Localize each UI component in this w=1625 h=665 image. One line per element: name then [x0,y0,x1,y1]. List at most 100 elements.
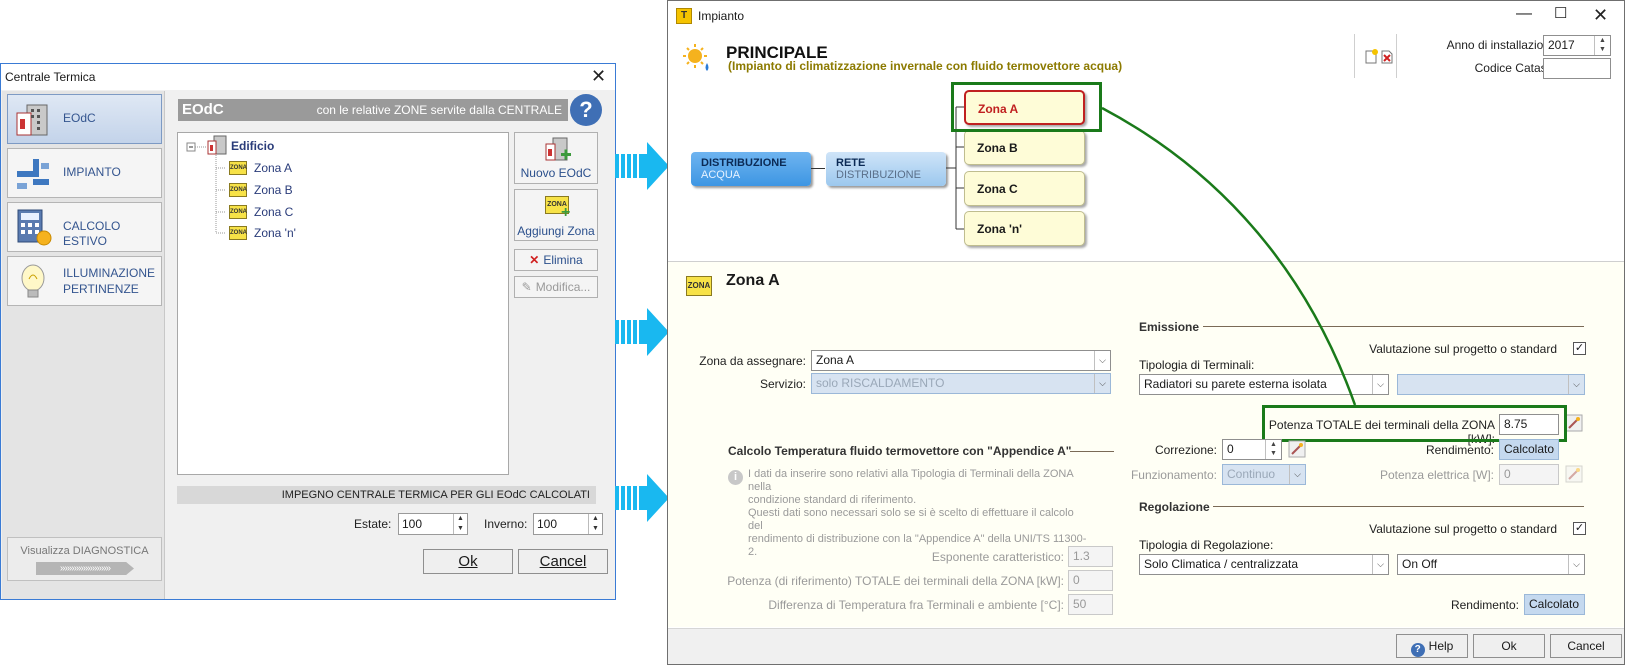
chevron-down-icon[interactable]: ⌵ [1372,375,1388,394]
potenza-elettrica-input[interactable]: 0 [1499,464,1559,485]
sun-drop-icon [683,44,709,71]
window-titlebar[interactable]: T Impianto — ☐ ✕ [668,1,1624,31]
inverno-spinner[interactable]: 100 ▲ ▼ [533,513,603,535]
cancel-button[interactable]: Cancel [1550,634,1622,658]
regolazione-valutazione-label: Valutazione sul progetto o standard [1369,522,1557,536]
tipologia-regolazione-label: Tipologia di Regolazione: [1139,538,1274,552]
calcolo-note-line: Questi dati sono necessari solo se si è … [748,507,1074,532]
delete-x-icon: ✕ [529,253,540,267]
anno-installazione-value: 2017 [1548,38,1575,52]
calculate-wand-icon[interactable] [1288,440,1306,458]
zona-da-assegnare-select[interactable]: Zona A ⌵ [811,350,1111,371]
tipologia-terminali-secondary-select[interactable]: ⌵ [1397,374,1585,395]
tree-item-zona-n[interactable]: Zona 'n' [254,226,296,240]
tipologia-regolazione-select[interactable]: Solo Climatica / centralizzata ⌵ [1139,554,1389,575]
delete-document-icon[interactable] [1379,49,1395,65]
ok-button[interactable]: Ok [423,549,513,574]
zona-da-assegnare-label: Zona da assegnare: [699,354,806,368]
emissione-rendimento-label: Rendimento: [1425,443,1494,457]
zone-node-zona-b[interactable]: Zona B [964,130,1085,165]
sidebar-item-label: ILLUMINAZIONE [63,266,156,280]
regolazione-tipo-select[interactable]: On Off ⌵ [1397,554,1585,575]
centrale-termica-window: Centrale Termica ✕ EOdC IMPIANTO CALCOLO… [0,63,616,600]
chevron-down-icon[interactable]: ⌵ [1094,374,1110,393]
info-icon: i [728,470,743,485]
maximize-icon[interactable]: ☐ [1554,5,1567,23]
sidebar-item-illuminazione[interactable]: ILLUMINAZIONE PERTINENZE [7,256,162,306]
potenza-riferimento-input[interactable]: 0 [1068,570,1113,591]
tipologia-terminali-value: Radiatori su parete esterna isolata [1144,377,1327,391]
chevron-down-icon[interactable]: ⌵ [1094,351,1110,370]
spinner-arrows-icon[interactable]: ▲ ▼ [588,514,602,534]
distribuzione-node[interactable]: DISTRIBUZIONE ACQUA [691,152,811,186]
emissione-valutazione-checkbox[interactable]: ✓ [1573,342,1586,355]
differenza-temperatura-input[interactable]: 50 [1068,594,1113,615]
regolazione-valutazione-checkbox[interactable]: ✓ [1573,522,1586,535]
help-icon[interactable]: ? [570,94,602,126]
correzione-spinner[interactable]: 0 ▲ ▼ [1222,439,1282,460]
estate-spinner[interactable]: 100 ▲ ▼ [398,513,468,535]
nuovo-eodc-button[interactable]: Nuovo EOdC [514,132,598,184]
tree-item-zona-a[interactable]: Zona A [254,161,292,175]
chevron-down-icon[interactable]: ⌵ [1372,555,1388,574]
spinner-arrows-icon[interactable]: ▲ ▼ [1265,440,1281,459]
rete-node[interactable]: RETE DISTRIBUZIONE [826,152,946,186]
divider [1396,34,1397,78]
spinner-arrows-icon[interactable]: ▲ ▼ [1594,36,1610,55]
help-button[interactable]: ? Help [1396,634,1468,658]
arrow-right-icon [615,474,669,522]
new-building-icon [545,137,571,161]
funzionamento-select[interactable]: Continuo ⌵ [1222,464,1306,485]
servizio-label: Servizio: [759,377,806,391]
zone-icon: ZONA [229,161,247,175]
servizio-select[interactable]: solo RISCALDAMENTO ⌵ [811,373,1111,394]
sidebar-item-label: IMPIANTO [63,165,121,179]
ok-label: Ok [458,553,478,570]
window-titlebar[interactable]: Centrale Termica ✕ [1,64,615,90]
highlight-box [1262,405,1567,442]
calcolo-header: Calcolo Temperatura fluido termovettore … [728,444,1072,458]
building-icon [207,135,227,155]
calcolo-note: I dati da inserire sono relativi alla Ti… [748,468,1088,559]
calcolo-note-line: condizione standard di riferimento. [748,494,917,506]
close-icon[interactable]: ✕ [1593,6,1608,24]
tipologia-terminali-select[interactable]: Radiatori su parete esterna isolata ⌵ [1139,374,1389,395]
zone-node-zona-n[interactable]: Zona 'n' [964,211,1085,246]
anno-installazione-spinner[interactable]: 2017 ▲ ▼ [1543,35,1611,56]
tree-item-zona-c[interactable]: Zona C [254,205,293,219]
correzione-value: 0 [1227,442,1234,456]
spinner-arrows-icon[interactable]: ▲ ▼ [453,514,467,534]
eodc-header: EOdC con le relative ZONE servite dalla … [178,99,568,121]
tree-item-zona-b[interactable]: Zona B [254,183,293,197]
ok-button[interactable]: Ok [1473,634,1545,658]
modifica-button[interactable]: ✎ Modifica... [514,276,598,298]
sidebar-item-eodc[interactable]: EOdC [7,94,162,144]
calculate-wand-icon[interactable] [1565,465,1583,483]
chevron-down-icon[interactable]: ⌵ [1289,465,1305,484]
section-rule [1203,326,1584,327]
chevron-down-icon[interactable]: ⌵ [1568,555,1584,574]
chevron-down-icon[interactable]: ⌵ [1568,375,1584,394]
tree-root-edificio[interactable]: Edificio [231,139,274,153]
calcolo-note-line: I dati da inserire sono relativi alla Ti… [748,468,1074,493]
regolazione-rendimento-field[interactable]: Calcolato [1524,594,1585,615]
visualizza-diagnostica-button[interactable]: Visualizza DIAGNOSTICA »»»»»»»»»»» [7,537,162,581]
highlight-box [951,82,1102,132]
sidebar-item-calcolo-estivo[interactable]: CALCOLO ESTIVO [7,202,162,252]
correzione-label: Correzione: [1154,443,1217,457]
new-document-icon[interactable] [1363,49,1379,65]
calculate-wand-icon[interactable] [1565,414,1583,432]
cancel-button[interactable]: Cancel [518,549,608,574]
connector-line [811,168,825,169]
sidebar-item-impianto[interactable]: IMPIANTO [7,148,162,198]
close-icon[interactable]: ✕ [591,67,606,85]
esponente-input[interactable]: 1.3 [1068,546,1113,567]
elimina-button[interactable]: ✕ Elimina [514,249,598,271]
emissione-rendimento-field[interactable]: Calcolato [1499,439,1559,460]
zone-node-zona-c[interactable]: Zona C [964,171,1085,206]
sidebar-item-label-line2: PERTINENZE [63,282,139,296]
codice-catasto-input[interactable] [1543,58,1611,79]
sidebar-item-label: CALCOLO ESTIVO [63,219,121,248]
minimize-icon[interactable]: — [1516,5,1532,23]
aggiungi-zona-button[interactable]: ZONA + Aggiungi Zona [514,189,598,241]
